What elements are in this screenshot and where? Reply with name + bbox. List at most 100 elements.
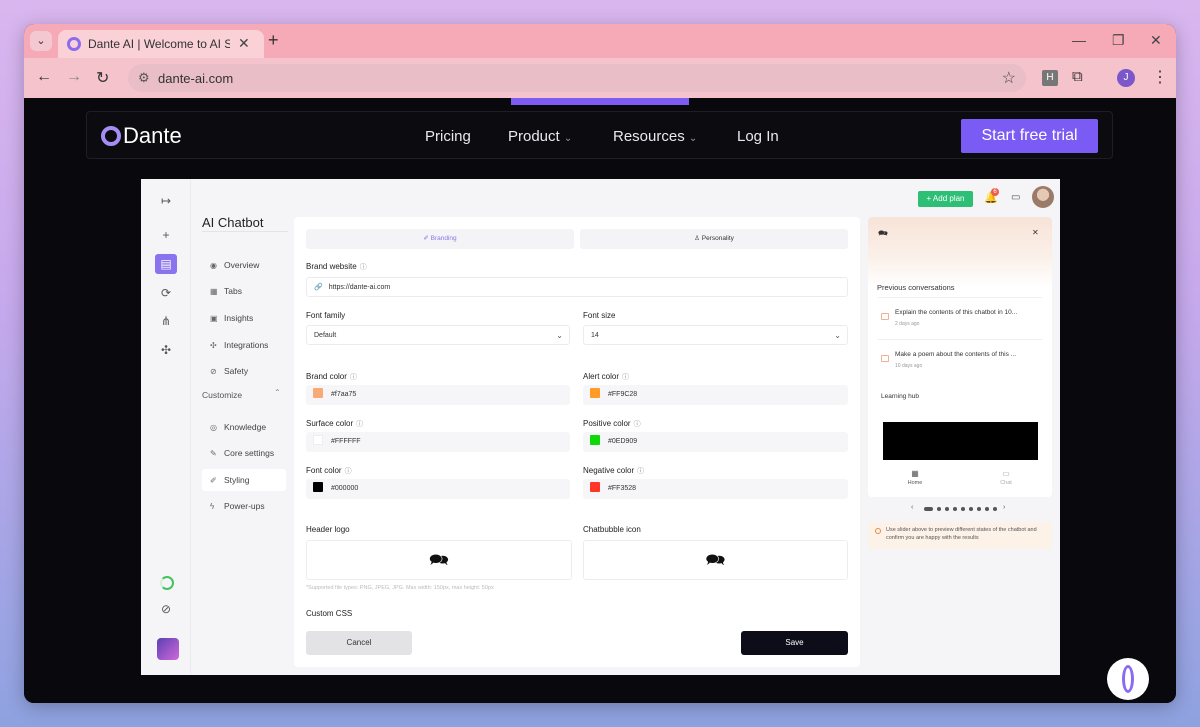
url-text[interactable]: dante-ai.com bbox=[158, 71, 233, 86]
plus-icon[interactable]: + bbox=[155, 225, 177, 245]
workspace-avatar[interactable] bbox=[157, 638, 179, 660]
chat-launcher-button[interactable] bbox=[1107, 658, 1149, 700]
positive-color-input[interactable]: #0ED909 bbox=[583, 432, 848, 452]
extension-h-icon[interactable]: H bbox=[1042, 70, 1058, 86]
info-icon[interactable]: ⓘ bbox=[350, 374, 357, 381]
info-icon[interactable]: ⓘ bbox=[360, 264, 367, 271]
sidebar-item-label: Insights bbox=[224, 313, 254, 323]
chevron-up-icon[interactable]: ⌃ bbox=[274, 388, 281, 397]
sidebar-item-label: Integrations bbox=[224, 340, 269, 350]
brand-color-input[interactable]: #f7aa75 bbox=[306, 385, 570, 405]
preview-nav-chat[interactable]: ▭ Chat bbox=[991, 469, 1021, 486]
slider-dot[interactable] bbox=[945, 507, 949, 511]
chevron-left-icon[interactable]: ‹ bbox=[911, 504, 913, 511]
sidebar-item-power-ups[interactable]: ϟ Power-ups bbox=[202, 495, 286, 517]
collapse-icon[interactable]: ↦ bbox=[155, 191, 177, 211]
sidebar-item-styling[interactable]: ✐ Styling bbox=[202, 469, 286, 491]
surface-color-input[interactable]: #FFFFFF bbox=[306, 432, 570, 452]
favicon-icon bbox=[67, 37, 81, 51]
font-size-select[interactable]: 14 ⌄ bbox=[583, 325, 848, 345]
message-icon[interactable]: ▭ bbox=[1011, 192, 1020, 203]
tab-branding[interactable]: ✐ Branding bbox=[306, 229, 574, 249]
slider-dot[interactable] bbox=[993, 507, 997, 511]
bookmark-star-icon[interactable]: ☆ bbox=[1002, 68, 1016, 88]
color-swatch[interactable] bbox=[313, 482, 323, 492]
color-swatch[interactable] bbox=[590, 388, 600, 398]
tab-search-button[interactable]: ⌄ bbox=[30, 31, 52, 51]
person-icon: ♙ bbox=[694, 235, 700, 242]
sidebar-item-integrations[interactable]: ✣ Integrations bbox=[202, 334, 286, 356]
info-icon[interactable]: ⓘ bbox=[356, 421, 363, 428]
chevron-down-icon: ⌄ bbox=[834, 331, 841, 340]
add-plan-button[interactable]: + Add plan bbox=[918, 191, 973, 207]
browser-tab[interactable]: Dante AI | Welcome to AI Simpl ✕ bbox=[58, 30, 264, 58]
slider-dot[interactable] bbox=[969, 507, 973, 511]
eye-icon: ◉ bbox=[210, 261, 217, 270]
info-icon[interactable]: ⓘ bbox=[637, 468, 644, 475]
info-icon[interactable]: ⓘ bbox=[634, 421, 641, 428]
sidebar-item-core-settings[interactable]: ✎ Core settings bbox=[202, 442, 286, 464]
start-free-trial-button[interactable]: Start free trial bbox=[961, 119, 1098, 153]
color-swatch[interactable] bbox=[313, 388, 323, 398]
nav-product[interactable]: Product ⌄ bbox=[508, 128, 572, 145]
slider-dot[interactable] bbox=[977, 507, 981, 511]
header-logo-upload[interactable]: 🗪 bbox=[306, 540, 572, 580]
integrations-icon[interactable]: ✣ bbox=[155, 340, 177, 360]
profile-avatar[interactable]: J bbox=[1117, 69, 1135, 87]
preview-slider[interactable]: ‹ › bbox=[903, 504, 1017, 514]
reload-icon[interactable]: ↻ bbox=[96, 68, 109, 88]
chevron-right-icon[interactable]: › bbox=[1003, 504, 1005, 511]
network-icon[interactable]: ⋔ bbox=[155, 311, 177, 331]
preview-nav-home[interactable]: ▦ Home bbox=[900, 469, 930, 486]
tab-personality[interactable]: ♙ Personality bbox=[580, 229, 848, 249]
info-icon[interactable]: ⓘ bbox=[622, 374, 629, 381]
chatbubble-icon-label: Chatbubble icon bbox=[583, 525, 641, 534]
minimize-icon[interactable]: — bbox=[1072, 32, 1086, 48]
nav-resources[interactable]: Resources ⌄ bbox=[613, 128, 697, 145]
restore-icon[interactable]: ❐ bbox=[1112, 32, 1125, 49]
sidebar-item-overview[interactable]: ◉ Overview bbox=[202, 254, 286, 276]
save-button[interactable]: Save bbox=[741, 631, 848, 655]
site-info-icon[interactable]: ⚙ bbox=[138, 70, 150, 86]
slider-dot[interactable] bbox=[953, 507, 957, 511]
slider-dot[interactable] bbox=[937, 507, 941, 511]
sidebar-item-safety[interactable]: ⊘ Safety bbox=[202, 360, 286, 382]
sidebar-item-knowledge[interactable]: ◎ Knowledge bbox=[202, 416, 286, 438]
back-icon[interactable]: ← bbox=[36, 68, 52, 86]
color-swatch[interactable] bbox=[313, 435, 323, 445]
forward-icon[interactable]: → bbox=[66, 68, 82, 86]
negative-color-input[interactable]: #FF3528 bbox=[583, 479, 848, 499]
close-icon[interactable]: ✕ bbox=[1032, 228, 1039, 237]
alert-color-input[interactable]: #FF9C28 bbox=[583, 385, 848, 405]
tab-label: Personality bbox=[701, 235, 734, 242]
sidebar-item-insights[interactable]: ▣ Insights bbox=[202, 307, 286, 329]
chatbubble-icon-upload[interactable]: 🗪 bbox=[583, 540, 848, 580]
font-family-select[interactable]: Default ⌄ bbox=[306, 325, 570, 345]
color-swatch[interactable] bbox=[590, 435, 600, 445]
video-thumbnail[interactable] bbox=[883, 422, 1038, 460]
browser-menu-icon[interactable]: ⋮ bbox=[1152, 67, 1168, 87]
user-avatar[interactable] bbox=[1032, 186, 1054, 208]
slider-dot-active[interactable] bbox=[924, 507, 933, 511]
slider-dot[interactable] bbox=[985, 507, 989, 511]
new-tab-icon[interactable]: + bbox=[268, 30, 279, 51]
brand-website-input[interactable]: 🔗 https://dante-ai.com bbox=[306, 277, 848, 297]
nav-login[interactable]: Log In bbox=[737, 128, 779, 145]
sync-icon[interactable]: ⟳ bbox=[155, 283, 177, 303]
dante-logo[interactable]: Dante bbox=[101, 123, 182, 149]
extensions-puzzle-icon[interactable]: ⧉ bbox=[1072, 68, 1083, 85]
slider-dot[interactable] bbox=[961, 507, 965, 511]
close-window-icon[interactable]: ✕ bbox=[1150, 32, 1162, 49]
font-color-input[interactable]: #000000 bbox=[306, 479, 570, 499]
nav-pricing[interactable]: Pricing bbox=[425, 128, 471, 145]
info-icon[interactable]: ⓘ bbox=[345, 468, 352, 475]
color-swatch[interactable] bbox=[590, 482, 600, 492]
cancel-button[interactable]: Cancel bbox=[306, 631, 412, 655]
customize-section-label[interactable]: Customize bbox=[202, 390, 242, 400]
tab-close-icon[interactable]: ✕ bbox=[238, 35, 250, 52]
brush-icon: ✐ bbox=[423, 235, 429, 242]
omnibox[interactable]: ⚙ dante-ai.com ☆ bbox=[128, 64, 1026, 92]
sidebar-item-tabs[interactable]: ▦ Tabs bbox=[202, 280, 286, 302]
settings-icon[interactable]: ⊘ bbox=[155, 599, 177, 619]
chatbot-icon[interactable]: ▤ bbox=[155, 254, 177, 274]
